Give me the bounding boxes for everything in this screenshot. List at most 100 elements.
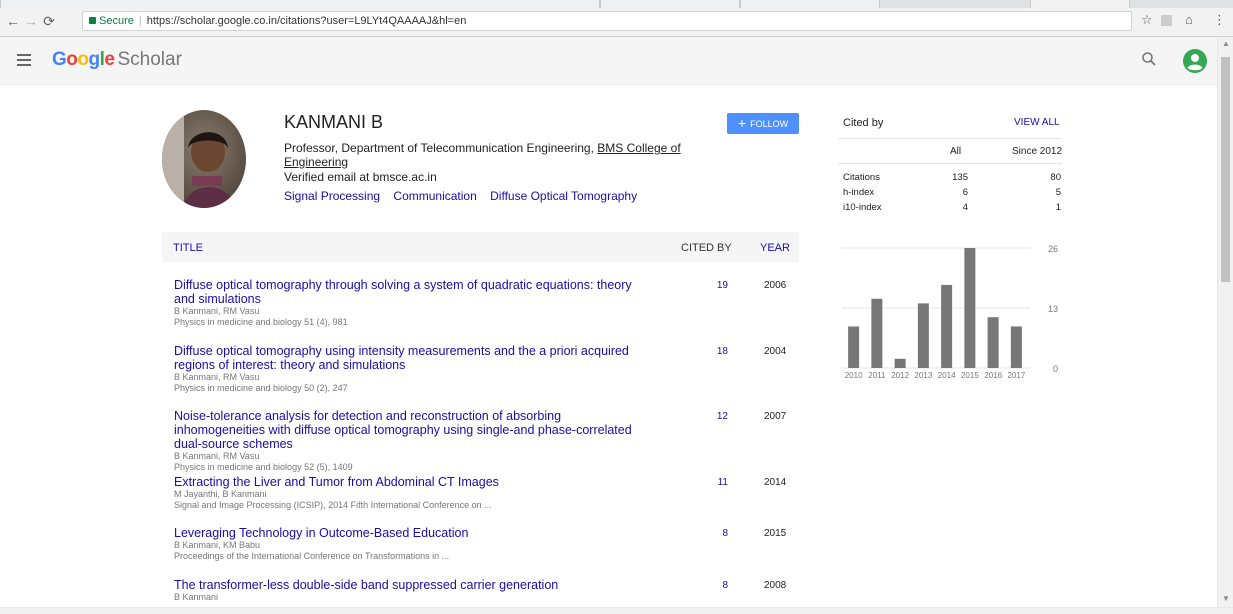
cited-by-count[interactable]: 18 [714,346,728,357]
bar [917,303,929,368]
back-arrow-icon[interactable]: ← [4,11,22,31]
x-tick-label: 2013 [914,371,932,380]
cast-icon[interactable]: ⌂ [1185,12,1193,27]
metric-since: 5 [1055,187,1061,198]
bar [848,326,860,368]
publication-venue: Physics in medicine and biology 50 (2), … [174,383,348,393]
publication-venue: Physics in medicine and biology 52 (5), … [174,462,353,472]
bar [1010,326,1022,368]
citations-bar-chart: 0 13 26 2010 2011 2012 2013 2014 2015 2016 2017 [842,244,1058,380]
interest-link-diffuse-optical-tomography[interactable]: Diffuse Optical Tomography [490,189,637,203]
publication-year: 2015 [764,528,787,539]
scroll-up-icon[interactable]: ▲ [1222,39,1230,48]
publications-table-header: TITLE CITED BY YEAR [162,232,799,262]
x-tick-label: 2016 [984,371,1002,380]
publication-title[interactable]: The transformer-less double-side band su… [174,578,654,592]
affiliation-text: Professor, Department of Telecommunicati… [284,141,598,155]
sort-by-cited[interactable]: CITED BY [681,242,732,254]
table-row: Extracting the Liver and Tumor from Abdo… [174,475,799,511]
address-bar[interactable]: Secure | https://scholar.google.co.in/cita… [82,11,1132,31]
scroll-thumb[interactable] [1221,57,1230,282]
extension-icon[interactable] [1161,15,1172,26]
account-avatar-icon[interactable] [1183,49,1207,73]
publication-authors: B Kanmani, KM Babu [174,540,261,550]
x-tick-label: 2014 [938,371,956,380]
hamburger-menu-icon[interactable] [17,54,31,66]
metric-label[interactable]: Citations [843,172,880,183]
bar [871,298,883,368]
publication-venue: Proceedings of the International Confere… [174,551,450,561]
metric-all: 135 [952,172,968,183]
google-wordmark: Google [52,49,115,70]
profile-photo [162,110,246,208]
profile-name: KANMANI B [284,112,384,132]
forward-arrow-icon[interactable]: → [22,11,40,31]
google-scholar-logo[interactable]: Google Scholar [52,49,182,71]
publication-title[interactable]: Leveraging Technology in Outcome-Based E… [174,526,654,540]
cited-by-count[interactable]: 19 [714,280,728,291]
browser-tab[interactable] [0,0,600,8]
publication-title[interactable]: Noise-tolerance analysis for detection a… [174,409,654,451]
follow-button[interactable]: + FOLLOW [727,113,799,134]
publication-year: 2008 [764,580,787,591]
publication-title[interactable]: Diffuse optical tomography using intensi… [174,344,654,372]
metric-all: 6 [962,187,968,198]
cited-by-count[interactable]: 12 [714,411,728,422]
x-tick-label: 2011 [868,371,886,380]
table-row: The transformer-less double-side band su… [174,578,799,603]
horizontal-scrollbar[interactable] [0,607,1233,614]
table-row: Noise-tolerance analysis for detection a… [174,409,799,473]
browser-toolbar: ← → ⟳ Secure | https://scholar.google.co.i… [0,8,1233,37]
secure-label: Secure [99,15,134,27]
follow-label: FOLLOW [750,119,789,129]
metric-label[interactable]: h-index [843,187,874,198]
publication-authors: M Jayanthi, B Kanmani [174,489,267,499]
publication-year: 2014 [764,477,787,488]
publication-year: 2007 [764,411,787,422]
interest-link-signal-processing[interactable]: Signal Processing [284,189,380,203]
publication-authors: B Kanmani, RM Vasu [174,451,260,461]
wordmark-letter: o [77,49,89,70]
bar [941,284,953,368]
scroll-down-icon[interactable]: ▼ [1222,594,1230,603]
search-icon[interactable] [1141,51,1157,67]
wordmark-letter: e [104,49,115,70]
view-all-link[interactable]: VIEW ALL [1014,117,1060,128]
y-tick-label: 0 [1053,364,1058,374]
bar [987,317,999,368]
cited-by-count[interactable]: 11 [714,477,728,488]
cited-by-count[interactable]: 8 [714,580,728,591]
publication-authors: B Kanmani [174,592,219,602]
metric-label[interactable]: i10-index [843,202,882,213]
browser-tab-active[interactable] [1030,0,1130,8]
wordmark-letter: G [52,49,67,70]
metric-row-citations: Citations 135 80 [843,172,1061,184]
publication-year: 2004 [764,346,787,357]
publication-venue: Physics in medicine and biology 51 (4), … [174,317,348,327]
publication-title[interactable]: Extracting the Liver and Tumor from Abdo… [174,475,654,489]
metrics-col-all: All [950,146,962,157]
scholar-header: Google Scholar [0,37,1217,85]
x-tick-label: 2010 [845,371,863,380]
browser-tab[interactable] [740,0,880,8]
bar [894,358,906,368]
reload-icon[interactable]: ⟳ [40,11,58,31]
metric-since: 1 [1055,202,1061,213]
sort-by-title[interactable]: TITLE [173,242,203,254]
tab-strip [0,0,1233,8]
cited-by-count[interactable]: 8 [714,528,728,539]
sort-by-year[interactable]: YEAR [760,242,790,254]
citations-per-year-chart: 0 13 26 2010 2011 2012 2013 2014 2015 2016 2017 [838,240,1063,385]
metric-row-h-index: h-index 6 5 [843,187,1061,199]
browser-menu-icon[interactable]: ⋮ [1213,12,1226,28]
table-row: Leveraging Technology in Outcome-Based E… [174,526,799,562]
publication-title[interactable]: Diffuse optical tomography through solvi… [174,278,654,306]
profile-affiliation: Professor, Department of Telecommunicati… [284,141,684,169]
vertical-scrollbar[interactable]: ▲ ▼ [1217,37,1233,607]
browser-tab[interactable] [600,0,740,8]
interest-link-communication[interactable]: Communication [393,189,476,203]
bookmark-star-icon[interactable]: ☆ [1141,12,1153,28]
y-tick-label: 13 [1048,304,1058,314]
metric-row-i10-index: i10-index 4 1 [843,202,1061,214]
scholar-wordmark: Scholar [117,49,182,70]
